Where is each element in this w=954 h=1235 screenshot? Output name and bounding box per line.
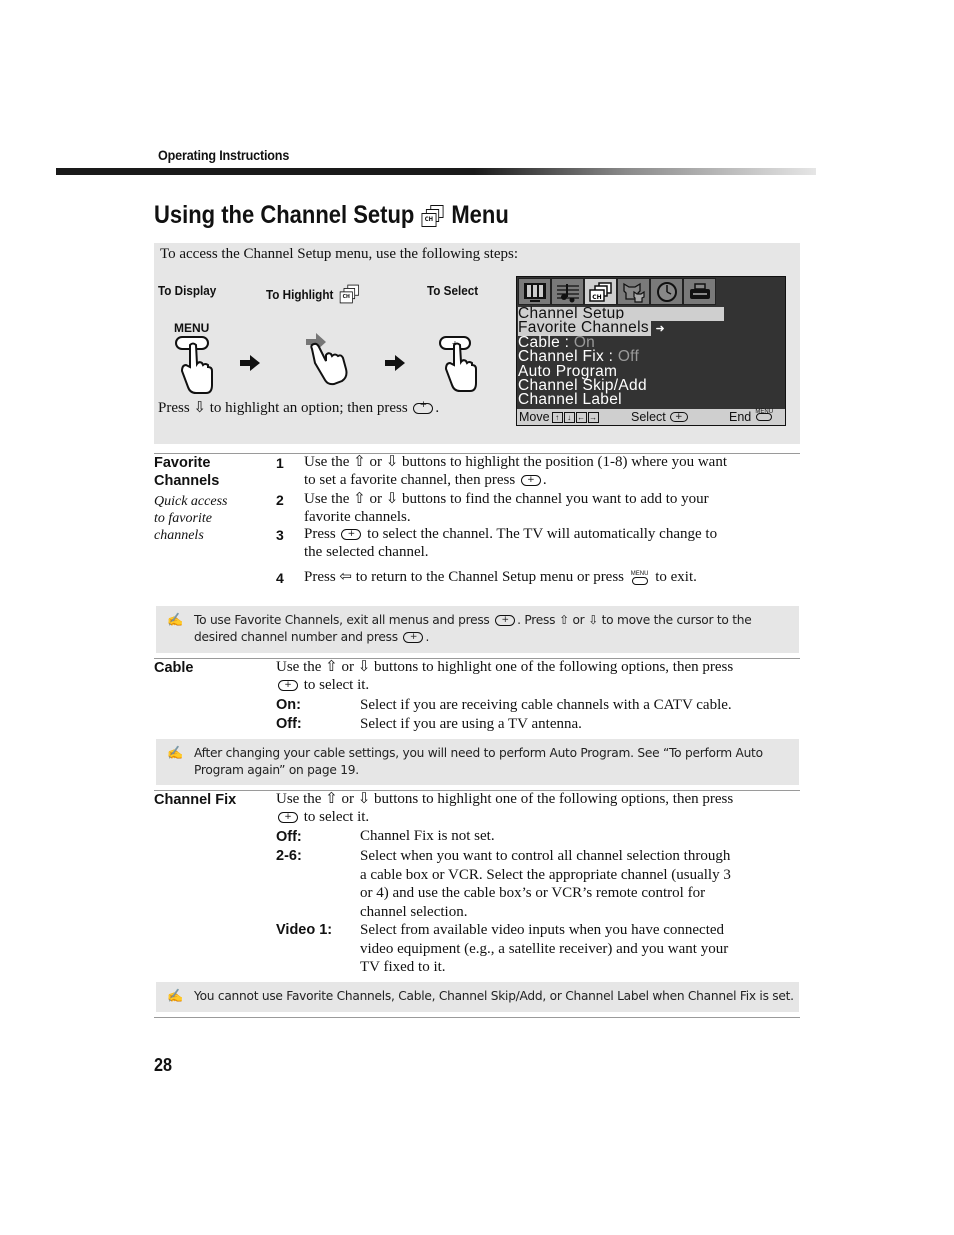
osd-tab-channel: CH	[584, 278, 617, 305]
select-button-icon	[278, 809, 298, 826]
fix-option-off-text: Channel Fix is not set.	[360, 828, 495, 844]
cable-option-on-text: Select if you are receiving cable channe…	[360, 697, 732, 713]
move-label: Move	[519, 410, 550, 424]
osd-footer: Move ↑↓←→ Select EndMENU	[517, 409, 785, 425]
step-number: 1	[276, 455, 284, 471]
osd-tab-timer	[650, 278, 683, 305]
page-number: 28	[154, 1055, 173, 1075]
select-button-icon	[278, 677, 298, 694]
channel-fix-label: Channel Fix	[154, 792, 237, 808]
channel-icon: CH	[588, 281, 612, 302]
select-label: Select	[631, 410, 666, 424]
channel-setup-icon: CH	[339, 284, 360, 304]
cable-option-off-label: Off:	[276, 716, 302, 732]
note-pencil-icon: ✍	[167, 612, 184, 627]
osd-tab-video	[518, 278, 551, 305]
channel-fix-intro: Use the ⇧ or ⇩ buttons to highlight one …	[276, 791, 800, 826]
favorite-step-1: Use the ⇧ or ⇩ buttons to highlight the …	[304, 454, 800, 489]
timer-icon	[656, 281, 677, 302]
favorite-step-2: Use the ⇧ or ⇩ buttons to find the chann…	[304, 491, 709, 525]
hint-text-post: .	[435, 400, 440, 416]
note-text: To use Favorite Channels, exit all menus…	[194, 612, 794, 646]
osd-tab-parent	[617, 278, 650, 305]
page-title: Using the Channel Setup CH Menu	[154, 201, 509, 230]
menu-button-icon: MENU	[755, 409, 773, 421]
setup-icon	[689, 282, 710, 299]
menu-button-icon: MENU	[631, 571, 648, 585]
favorite-step-4: Press ⇦ to return to the Channel Setup m…	[304, 569, 697, 585]
step-number: 2	[276, 492, 284, 508]
menu-button-label: MENU	[174, 321, 210, 335]
step-label-highlight-text: To Highlight	[266, 286, 334, 302]
audio-icon	[556, 283, 579, 302]
step-label-display: To Display	[158, 283, 217, 298]
down-key-icon: ↓	[563, 411, 575, 423]
select-button-icon	[403, 629, 424, 646]
title-text-pre: Using the Channel Setup	[154, 201, 415, 229]
title-text-post: Menu	[451, 201, 509, 229]
arrow-right-icon: ➜	[655, 323, 666, 336]
osd-menu: Channel Setup Favorite Channels ➜ Cable …	[518, 306, 724, 408]
fix-option-video1-label: Video 1:	[276, 922, 333, 938]
tv-osd-screen: CH Channel Setup Favorite Channels ➜ Cab…	[516, 276, 786, 426]
arrow-down-icon: ⇩	[193, 400, 206, 416]
svg-text:CH: CH	[592, 294, 601, 301]
note-text: You cannot use Favorite Channels, Cable,…	[194, 989, 794, 1003]
video-icon	[523, 282, 546, 302]
up-key-icon: ↑	[551, 411, 563, 423]
note-box: ✍ To use Favorite Channels, exit all men…	[156, 606, 799, 653]
fix-option-off-label: Off:	[276, 829, 302, 845]
channel-setup-icon: CH	[421, 204, 444, 227]
cable-option-off-text: Select if you are using a TV antenna.	[360, 716, 582, 732]
osd-footer-select: Select	[631, 409, 690, 425]
fix-option-2-6-label: 2-6:	[276, 848, 302, 864]
hand-press-arrow-icon	[304, 331, 354, 392]
select-button-icon	[413, 400, 434, 415]
fix-option-2-6-text: Select when you want to control all chan…	[360, 848, 731, 921]
left-key-icon: ←	[575, 411, 587, 423]
arrow-right-icon	[385, 355, 405, 376]
section-divider	[154, 1017, 800, 1018]
select-button-icon	[341, 526, 362, 544]
header-rule	[56, 168, 816, 175]
osd-item-value: Off	[617, 348, 640, 366]
end-label: End	[729, 410, 752, 424]
osd-tab-audio	[551, 278, 584, 305]
running-head: Operating Instructions	[158, 147, 290, 163]
step-number: 4	[276, 570, 284, 586]
cable-option-on-label: On:	[276, 697, 301, 713]
access-intro: To access the Channel Setup menu, use th…	[160, 246, 519, 262]
right-key-icon: →	[587, 411, 599, 423]
hint-text-mid: to highlight an option; then press	[209, 400, 408, 416]
press-hint: Press ⇩ to highlight an option; then pre…	[158, 398, 439, 417]
step-label-select: To Select	[427, 283, 479, 298]
hand-press-select-icon: +	[436, 335, 486, 402]
osd-footer-move: Move ↑ ↓ ← →	[519, 409, 599, 425]
access-panel: To access the Channel Setup menu, use th…	[154, 243, 800, 444]
osd-footer-end: End MENU	[729, 409, 775, 425]
note-box: ✍ After changing your cable settings, yo…	[156, 739, 799, 785]
hint-text-pre: Press	[158, 400, 190, 416]
select-button-icon	[520, 472, 541, 489]
arrow-right-icon	[240, 355, 260, 376]
osd-tab-setup	[683, 278, 716, 305]
step-label-highlight: To Highlight CH	[266, 283, 361, 305]
step-number: 3	[276, 527, 284, 543]
note-text: After changing your cable settings, you …	[194, 746, 763, 777]
note-pencil-icon: ✍	[167, 988, 184, 1003]
note-box: ✍ You cannot use Favorite Channels, Cabl…	[156, 982, 799, 1012]
select-button-icon	[495, 612, 516, 629]
parent-icon	[622, 282, 645, 303]
cable-intro: Use the ⇧ or ⇩ buttons to highlight one …	[276, 659, 800, 694]
note-pencil-icon: ✍	[167, 745, 184, 760]
cable-label: Cable	[154, 660, 194, 676]
osd-tab-bar: CH	[518, 278, 716, 305]
osd-item-channel-label[interactable]: Channel Label	[518, 392, 724, 408]
favorite-label: Favorite Channels	[154, 455, 220, 489]
fix-option-video1-text: Select from available video inputs when …	[360, 922, 729, 976]
favorite-subtitle: Quick access to favorite channels	[154, 494, 228, 543]
favorite-step-3: Press to select the channel. The TV will…	[304, 526, 800, 561]
select-button-icon	[669, 409, 688, 425]
